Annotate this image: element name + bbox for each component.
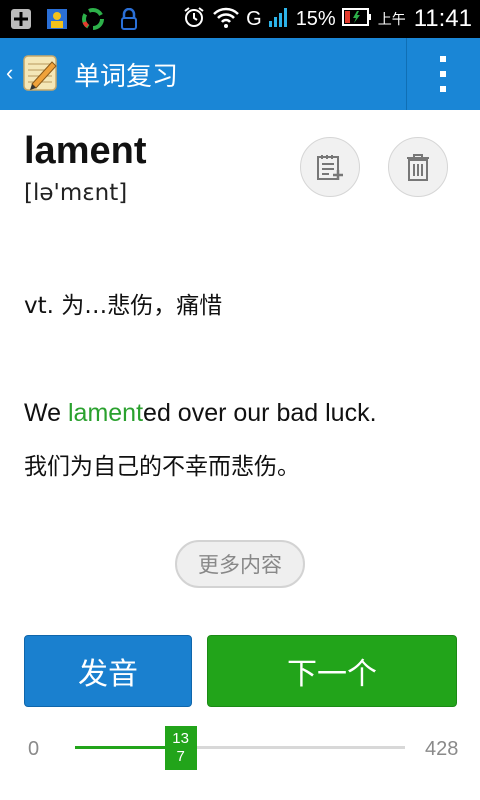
add-to-notebook-icon — [317, 155, 343, 180]
word-meaning: vt. 为…悲伤，痛惜 — [24, 293, 223, 319]
add-to-notebook-button[interactable] — [300, 137, 360, 197]
wifi-icon — [212, 5, 240, 33]
progress-current-line1: 13 — [172, 730, 189, 747]
next-word-button[interactable]: 下一个 — [207, 635, 457, 707]
pronounce-button[interactable]: 发音 — [24, 635, 192, 707]
progress-min: 0 — [28, 738, 40, 760]
example-sentence-zh: 我们为自己的不幸而悲伤。 — [24, 454, 300, 480]
page-title: 单词复习 — [74, 62, 179, 92]
app-logo-icon[interactable] — [22, 54, 60, 92]
progress-max: 428 — [425, 738, 459, 760]
battery-low-icon — [341, 7, 372, 31]
trash-icon — [407, 154, 429, 181]
status-bar: G 15% 上午 11:41 — [0, 0, 480, 38]
add-box-icon — [8, 6, 34, 32]
overflow-menu-icon[interactable] — [426, 56, 460, 92]
network-type-label: G — [246, 7, 262, 30]
example-highlight: lament — [68, 399, 144, 427]
word-phonetic: [lə'mɛnt] — [24, 180, 128, 206]
progress-current-line2: 7 — [176, 748, 185, 765]
example-sentence-en: We lamented over our bad luck. — [24, 399, 377, 428]
phone-lock-icon — [116, 6, 142, 32]
example-rest: ed over our bad luck. — [143, 399, 377, 427]
clock: 11:41 — [413, 5, 472, 32]
progress-slider[interactable]: 13 7 — [75, 726, 405, 770]
action-bar: ‹ 单词复习 — [0, 38, 480, 110]
alarm-icon — [182, 5, 206, 33]
delete-button[interactable] — [388, 137, 448, 197]
signal-icon — [268, 6, 290, 32]
time-prefix: 上午 — [377, 11, 406, 27]
example-prefix: We — [24, 399, 68, 427]
battery-percent: 15% — [295, 7, 336, 30]
more-content-button[interactable]: 更多内容 — [175, 540, 305, 588]
status-indicators: G 15% 上午 11:41 — [182, 0, 472, 38]
notification-icons — [8, 6, 142, 32]
contacts-icon — [44, 6, 70, 32]
progress-thumb[interactable]: 13 7 — [164, 726, 197, 770]
recycle-icon — [80, 6, 106, 32]
action-bar-divider — [406, 38, 407, 110]
back-icon[interactable]: ‹ — [6, 60, 13, 86]
word-text: lament — [24, 130, 147, 172]
